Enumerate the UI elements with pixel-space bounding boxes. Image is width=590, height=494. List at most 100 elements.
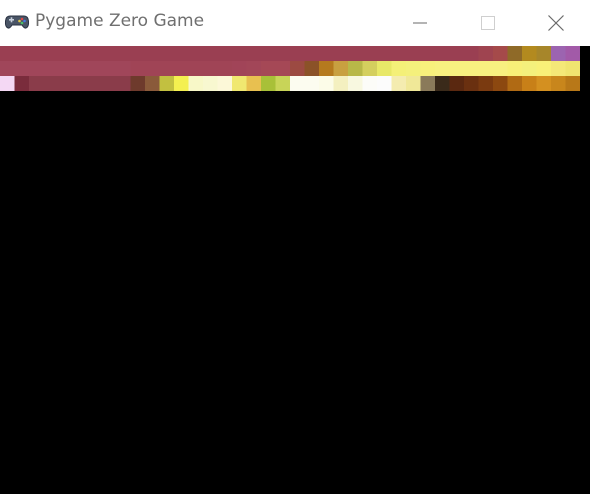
- pixel-tile: [159, 76, 175, 91]
- pixel-tile: [87, 61, 103, 77]
- pixel-tile: [333, 76, 349, 91]
- pixel-tile: [420, 76, 436, 91]
- pixel-tile: [145, 46, 161, 62]
- pixel-tile: [58, 76, 74, 91]
- pixel-tile: [58, 46, 74, 62]
- pixel-tile: [522, 46, 538, 62]
- pixel-tile: [203, 46, 219, 62]
- pixel-tile: [362, 76, 378, 91]
- pixel-tile: [551, 46, 567, 62]
- pixel-tile: [203, 61, 219, 77]
- maximize-icon: [481, 16, 495, 30]
- pixel-tile: [333, 61, 349, 77]
- pixel-tile: [290, 61, 306, 77]
- pixel-tile: [29, 46, 45, 62]
- pixel-tile: [319, 76, 335, 91]
- pixel-tile: [464, 46, 480, 62]
- pixel-tile: [159, 61, 175, 77]
- pixel-tile: [188, 61, 204, 77]
- pixel-tile: [217, 76, 233, 91]
- pixel-tile: [377, 61, 393, 77]
- pixel-tile: [449, 61, 465, 77]
- app-window: Pygame Zero Game: [0, 0, 590, 494]
- pixel-tile: [29, 61, 45, 77]
- pixel-tile: [536, 76, 552, 91]
- minimize-button[interactable]: [386, 0, 454, 46]
- pixel-tile: [348, 61, 364, 77]
- pixel-tile: [522, 61, 538, 77]
- pixel-tile: [43, 76, 59, 91]
- pixel-tile: [217, 46, 233, 62]
- pixel-tile: [116, 46, 132, 62]
- close-icon: [548, 15, 564, 31]
- pixel-tile: [101, 76, 117, 91]
- pixel-tile: [420, 46, 436, 62]
- pixel-tile: [333, 46, 349, 62]
- pixel-tile: [72, 61, 88, 77]
- pixel-tile: [14, 61, 30, 77]
- pixel-tile: [478, 76, 494, 91]
- pixel-tile: [145, 61, 161, 77]
- pixel-tile: [478, 46, 494, 62]
- window-title: Pygame Zero Game: [35, 11, 205, 31]
- pixel-tile: [275, 61, 291, 77]
- pixel-tile: [159, 46, 175, 62]
- pixel-tile: [261, 76, 277, 91]
- pixel-tile: [174, 61, 190, 77]
- close-button[interactable]: [522, 0, 590, 46]
- pixel-tile: [246, 76, 262, 91]
- maximize-button[interactable]: [454, 0, 522, 46]
- pixel-tile: [362, 61, 378, 77]
- pixel-tile: [565, 76, 580, 91]
- pixel-tile: [116, 61, 132, 77]
- pixel-tile: [232, 46, 248, 62]
- pixel-tile: [435, 76, 451, 91]
- pixel-tile: [14, 46, 30, 62]
- pixel-tile: [565, 61, 580, 77]
- pixel-tile: [246, 46, 262, 62]
- pixel-tile: [43, 61, 59, 77]
- pixel-tile: [493, 61, 509, 77]
- pixel-tile: [406, 46, 422, 62]
- pixel-tile: [551, 61, 567, 77]
- pixel-tile: [261, 46, 277, 62]
- title-bar[interactable]: Pygame Zero Game: [0, 0, 590, 46]
- pixel-tile: [246, 61, 262, 77]
- pixel-tile: [435, 46, 451, 62]
- pixel-tile: [304, 61, 320, 77]
- pixel-tile: [217, 61, 233, 77]
- minimize-icon: [413, 22, 427, 24]
- pixel-tile: [362, 46, 378, 62]
- gamepad-icon: [4, 15, 30, 29]
- pixel-tile: [232, 76, 248, 91]
- pixel-tile: [319, 46, 335, 62]
- pixel-tile: [464, 76, 480, 91]
- pixel-tile: [188, 76, 204, 91]
- pixel-tile: [507, 61, 523, 77]
- pixel-tile: [493, 76, 509, 91]
- pixel-tile: [449, 76, 465, 91]
- pixel-tile: [130, 46, 146, 62]
- pixel-tile: [406, 76, 422, 91]
- pixel-tile: [449, 46, 465, 62]
- pixel-tile: [493, 46, 509, 62]
- pixel-tile: [536, 46, 552, 62]
- pixel-tile: [101, 46, 117, 62]
- pixel-tile: [203, 76, 219, 91]
- game-canvas[interactable]: [0, 46, 590, 494]
- pixel-tile: [507, 76, 523, 91]
- pixel-tile: [565, 46, 580, 62]
- pixel-tile: [174, 76, 190, 91]
- pixel-tile: [464, 61, 480, 77]
- pixel-tile: [536, 61, 552, 77]
- pixel-tile: [72, 76, 88, 91]
- pixel-tile: [188, 46, 204, 62]
- pixel-tile: [14, 76, 30, 91]
- pixel-tile: [522, 76, 538, 91]
- pixel-tile: [304, 46, 320, 62]
- pixel-tile: [130, 61, 146, 77]
- pixel-tile: [377, 46, 393, 62]
- pixel-tile: [507, 46, 523, 62]
- pixel-tile: [348, 46, 364, 62]
- pixel-tile: [406, 61, 422, 77]
